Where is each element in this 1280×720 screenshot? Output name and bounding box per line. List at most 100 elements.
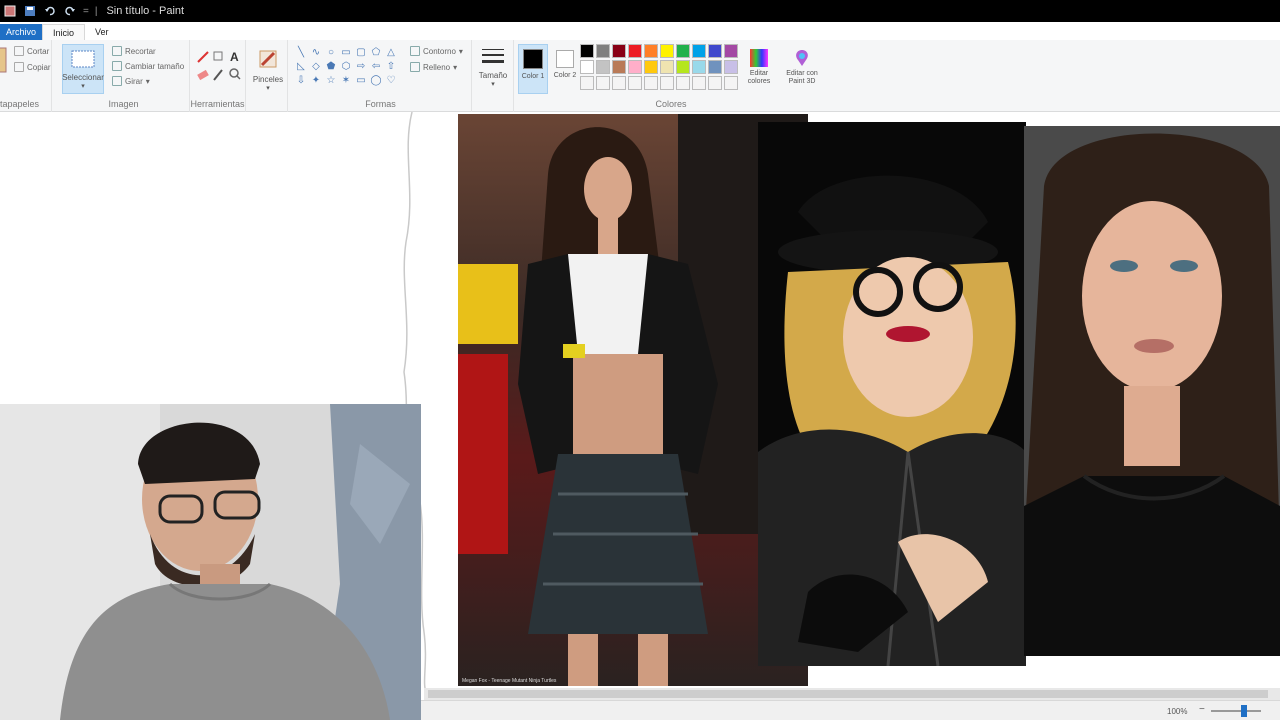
palette-swatch[interactable] (612, 76, 626, 90)
clipboard-group-label: Portapapeles (0, 99, 40, 109)
palette-swatch[interactable] (708, 76, 722, 90)
brushes-button[interactable]: Pinceles ▾ (248, 44, 288, 94)
palette-swatch[interactable] (708, 44, 722, 58)
palette-swatch[interactable] (724, 76, 738, 90)
star4-shape-icon[interactable]: ✦ (309, 74, 323, 87)
palette-swatch[interactable] (676, 76, 690, 90)
color2-button[interactable]: Color 2 (550, 44, 580, 94)
heart-shape-icon[interactable]: ♡ (384, 74, 398, 87)
diamond-shape-icon[interactable]: ◇ (309, 60, 323, 73)
palette-swatch[interactable] (692, 60, 706, 74)
color-picker-icon[interactable] (213, 69, 223, 81)
polygon-shape-icon[interactable]: ⬠ (369, 46, 383, 59)
quick-access-customize[interactable]: = (83, 6, 89, 17)
palette-swatch[interactable] (628, 76, 642, 90)
palette-swatch[interactable] (612, 60, 626, 74)
star5-shape-icon[interactable]: ☆ (324, 74, 338, 87)
rectangle-shape-icon[interactable]: ▭ (339, 46, 353, 59)
zoom-slider[interactable] (1211, 710, 1261, 712)
palette-swatch[interactable] (628, 44, 642, 58)
fill-bucket-icon[interactable] (213, 51, 223, 61)
palette-swatch[interactable] (612, 44, 626, 58)
palette-swatch[interactable] (644, 60, 658, 74)
eraser-icon[interactable] (197, 69, 209, 81)
star6-shape-icon[interactable]: ✶ (339, 74, 353, 87)
zoom-out-icon[interactable]: − (1199, 704, 1205, 715)
edit-colors-button[interactable]: Editar colores (742, 44, 776, 94)
palette-swatch[interactable] (596, 60, 610, 74)
oval-shape-icon[interactable]: ○ (324, 46, 338, 59)
palette-swatch[interactable] (660, 76, 674, 90)
palette-swatch[interactable] (580, 44, 594, 58)
palette-swatch[interactable] (628, 60, 642, 74)
palette-swatch[interactable] (708, 60, 722, 74)
select-button[interactable]: Seleccionar ▾ (62, 44, 104, 94)
palette-swatch[interactable] (660, 60, 674, 74)
magnifier-icon[interactable] (229, 68, 241, 80)
rotate-button[interactable]: Girar ▾ (112, 76, 150, 86)
pasted-collage[interactable]: Megan Fox - Teenage Mutant Ninja Turtles (458, 114, 1280, 686)
palette-swatch[interactable] (692, 44, 706, 58)
callout-rect-shape-icon[interactable]: ▭ (354, 74, 368, 87)
color1-swatch (523, 49, 543, 69)
image-group-label: Imagen (108, 99, 139, 109)
resize-button[interactable]: Cambiar tamaño (112, 61, 184, 71)
brushes-group: Pinceles ▾ (248, 40, 288, 112)
save-icon[interactable] (24, 5, 36, 17)
triangle-shape-icon[interactable]: △ (384, 46, 398, 59)
zoom-slider-knob[interactable] (1241, 705, 1247, 717)
palette-swatch[interactable] (724, 44, 738, 58)
crop-label: Recortar (125, 46, 156, 56)
pencil-icon[interactable] (197, 51, 209, 63)
palette-swatch[interactable] (644, 44, 658, 58)
palette-swatch[interactable] (596, 76, 610, 90)
right-triangle-shape-icon[interactable]: ◺ (294, 60, 308, 73)
tab-inicio[interactable]: Inicio (42, 24, 86, 40)
horizontal-scrollbar[interactable] (424, 688, 1280, 700)
copy-button[interactable]: Copiar (14, 62, 51, 72)
paste-button[interactable] (0, 46, 8, 76)
arrow-up-shape-icon[interactable]: ⇧ (384, 60, 398, 73)
shapes-group-label: Formas (365, 99, 396, 109)
palette-swatch[interactable] (596, 44, 610, 58)
text-tool-icon[interactable]: A (230, 50, 239, 64)
palette-swatch[interactable] (580, 76, 594, 90)
palette-swatch[interactable] (676, 60, 690, 74)
outline-label: Contorno (423, 46, 456, 56)
size-button[interactable]: Tamaño ▾ (474, 44, 512, 94)
resize-label: Cambiar tamaño (125, 61, 185, 71)
palette-swatch[interactable] (724, 60, 738, 74)
palette-swatch[interactable] (692, 76, 706, 90)
photo-woman-blonde-hat[interactable] (758, 122, 1026, 666)
arrow-down-shape-icon[interactable]: ⇩ (294, 74, 308, 87)
line-size-icon (482, 49, 504, 63)
pentagon-shape-icon[interactable]: ⬟ (324, 60, 338, 73)
photo-woman-dark-hair[interactable] (1024, 126, 1280, 656)
undo-icon[interactable] (44, 5, 56, 17)
palette-swatch[interactable] (580, 60, 594, 74)
tab-archivo[interactable]: Archivo (0, 24, 43, 40)
image-group: Seleccionar ▾ Recortar Cambiar tamaño Gi… (58, 40, 190, 112)
arrow-left-shape-icon[interactable]: ⇦ (369, 60, 383, 73)
edit-paint3d-button[interactable]: Editar con Paint 3D (782, 44, 822, 94)
rounded-rect-shape-icon[interactable]: ▢ (354, 46, 368, 59)
redo-icon[interactable] (64, 5, 76, 17)
palette-swatch[interactable] (676, 44, 690, 58)
callout-oval-shape-icon[interactable]: ◯ (369, 74, 383, 87)
color1-button[interactable]: Color 1 (518, 44, 548, 94)
hexagon-shape-icon[interactable]: ⬡ (339, 60, 353, 73)
tab-ver[interactable]: Ver (85, 24, 119, 40)
outline-button[interactable]: Contorno ▾ (410, 46, 463, 56)
palette-swatch[interactable] (644, 76, 658, 90)
fill-button[interactable]: Relleno ▾ (410, 62, 457, 72)
horizontal-scrollbar-thumb[interactable] (428, 690, 1268, 698)
resize-icon (112, 61, 122, 71)
photo-woman-schoolgirl[interactable]: Megan Fox - Teenage Mutant Ninja Turtles (458, 114, 808, 686)
shapes-gallery[interactable]: ╲ ∿ ○ ▭ ▢ ⬠ △ ◺ ◇ ⬟ ⬡ ⇨ ⇦ ⇧ ⇩ ✦ ☆ ✶ ▭ ◯ ♡ (294, 46, 404, 90)
cut-button[interactable]: Cortar (14, 46, 49, 56)
curve-shape-icon[interactable]: ∿ (309, 46, 323, 59)
line-shape-icon[interactable]: ╲ (294, 46, 308, 59)
crop-button[interactable]: Recortar (112, 46, 156, 56)
arrow-right-shape-icon[interactable]: ⇨ (354, 60, 368, 73)
palette-swatch[interactable] (660, 44, 674, 58)
